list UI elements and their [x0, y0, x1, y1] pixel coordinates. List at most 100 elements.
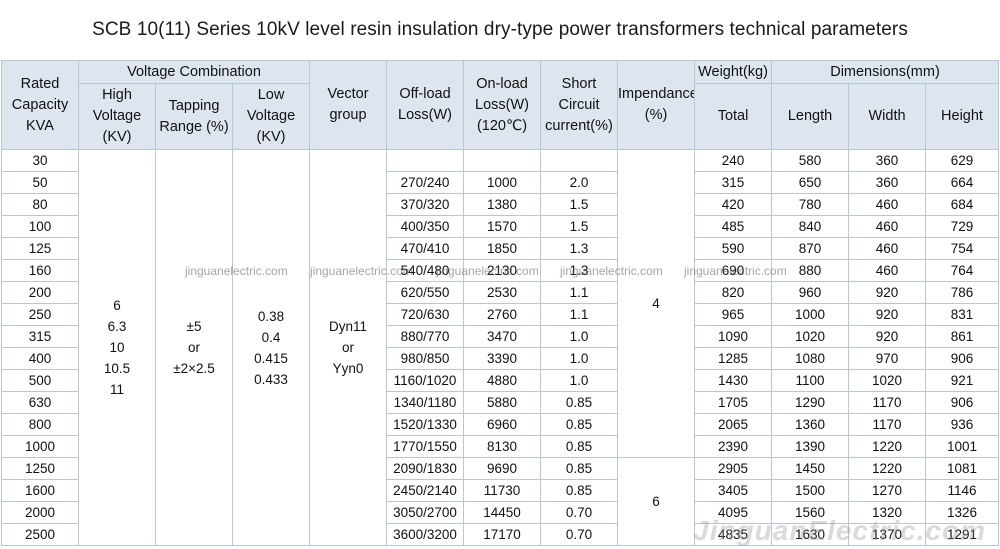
cell-length: 650 [771, 171, 850, 194]
cell-offload-loss [386, 149, 465, 172]
cell-length: 840 [771, 215, 850, 238]
cell-short-circuit: 1.1 [540, 303, 619, 326]
cell-short-circuit [540, 149, 619, 172]
cell-offload-loss: 2090/1830 [386, 457, 465, 480]
cell-high-voltage-line: 6 [113, 298, 121, 313]
cell-width: 970 [848, 347, 927, 370]
cell-length: 780 [771, 193, 850, 216]
cell-kva: 1600 [1, 479, 79, 502]
cell-kva: 50 [1, 171, 79, 194]
header-voltage-combination: Voltage Combination [77, 60, 311, 84]
cell-tapping-range-line: ±2×2.5 [173, 361, 215, 376]
cell-short-circuit: 1.0 [540, 369, 619, 392]
cell-height: 1081 [925, 457, 1000, 480]
cell-height: 684 [925, 193, 1000, 216]
cell-onload-loss [463, 149, 542, 172]
cell-height: 936 [925, 413, 1000, 436]
cell-onload-loss: 1000 [463, 171, 542, 194]
cell-width: 1220 [848, 457, 927, 480]
cell-onload-loss: 2530 [463, 281, 542, 304]
header-weight: Weight(kg) [694, 60, 773, 84]
cell-weight: 315 [694, 171, 773, 194]
cell-onload-loss: 4880 [463, 369, 542, 392]
cell-offload-loss: 270/240 [386, 171, 465, 194]
cell-weight: 240 [694, 149, 773, 172]
cell-offload-loss: 1520/1330 [386, 413, 465, 436]
header-low-voltage: Low Voltage (KV) [231, 83, 311, 150]
cell-length: 1360 [771, 413, 850, 436]
cell-short-circuit: 0.85 [540, 413, 619, 436]
cell-weight: 1705 [694, 391, 773, 414]
cell-length: 580 [771, 149, 850, 172]
cell-weight: 2905 [694, 457, 773, 480]
cell-kva: 2500 [1, 523, 79, 546]
cell-length: 880 [771, 259, 850, 282]
cell-weight: 820 [694, 281, 773, 304]
cell-short-circuit: 1.3 [540, 259, 619, 282]
cell-low-voltage-line: 0.38 [257, 308, 285, 324]
cell-short-circuit: 0.70 [540, 523, 619, 546]
table-body: 30 6 6.3 10 10.5 11 ±5 or ±2×2.5 0.38 0.4 0.415 0.43… [1, 149, 1000, 546]
cell-width: 1020 [848, 369, 927, 392]
cell-short-circuit: 1.0 [540, 347, 619, 370]
cell-length: 1100 [771, 369, 850, 392]
cell-onload-loss: 1850 [463, 237, 542, 260]
cell-onload-loss: 17170 [463, 523, 542, 546]
cell-height: 754 [925, 237, 1000, 260]
header-high-voltage: High Voltage (KV) [78, 83, 156, 150]
cell-width: 1320 [848, 501, 927, 524]
cell-height: 906 [925, 391, 1000, 414]
cell-weight: 2390 [694, 435, 773, 458]
cell-height: 861 [925, 325, 1000, 348]
cell-onload-loss: 14450 [463, 501, 542, 524]
cell-onload-loss: 1570 [463, 215, 542, 238]
cell-weight: 690 [694, 259, 773, 282]
cell-kva: 500 [1, 369, 79, 392]
header-height: Height [925, 83, 1000, 150]
cell-onload-loss: 3470 [463, 325, 542, 348]
header-onload-loss: On-load Loss(W) (120℃) [463, 60, 542, 150]
cell-offload-loss: 720/630 [386, 303, 465, 326]
cell-height: 906 [925, 347, 1000, 370]
cell-high-voltage-line: 6.3 [107, 319, 127, 334]
cell-kva: 1000 [1, 435, 79, 458]
header-dimensions: Dimensions(mm) [771, 60, 1000, 84]
cell-kva: 630 [1, 391, 79, 414]
cell-short-circuit: 2.0 [540, 171, 619, 194]
header-tapping-range: Tapping Range (%) [155, 83, 233, 150]
parameters-table: Rated Capacity KVA Voltage Combination V… [1, 60, 1000, 546]
header-width: Width [848, 83, 927, 150]
cell-width: 460 [848, 237, 927, 260]
cell-short-circuit: 1.5 [540, 193, 619, 216]
cell-kva: 100 [1, 215, 79, 238]
cell-offload-loss: 3050/2700 [386, 501, 465, 524]
cell-offload-loss: 3600/3200 [386, 523, 465, 546]
cell-width: 920 [848, 303, 927, 326]
cell-length: 870 [771, 237, 850, 260]
cell-weight: 1430 [694, 369, 773, 392]
cell-short-circuit: 1.0 [540, 325, 619, 348]
cell-offload-loss: 1160/1020 [386, 369, 465, 392]
cell-vector-group-line: Yyn0 [332, 361, 364, 376]
cell-width: 920 [848, 281, 927, 304]
cell-low-voltage-line: 0.4 [261, 329, 281, 345]
cell-offload-loss: 880/770 [386, 325, 465, 348]
cell-short-circuit: 0.70 [540, 501, 619, 524]
cell-width: 360 [848, 149, 927, 172]
cell-width: 1170 [848, 391, 927, 414]
header-short-circuit: Short Circuit current(%) [540, 60, 619, 150]
cell-low-voltage-line: 0.433 [254, 371, 288, 387]
header-offload-loss: Off-load Loss(W) [386, 60, 465, 150]
cell-kva: 800 [1, 413, 79, 436]
cell-kva: 30 [1, 149, 79, 172]
cell-offload-loss: 540/480 [386, 259, 465, 282]
cell-vector-group-line: or [342, 340, 355, 355]
cell-height: 629 [925, 149, 1000, 172]
cell-height: 786 [925, 281, 1000, 304]
cell-kva: 200 [1, 281, 79, 304]
cell-low-voltage: 0.38 0.4 0.415 0.433 [231, 149, 311, 546]
cell-kva: 2000 [1, 501, 79, 524]
cell-high-voltage: 6 6.3 10 10.5 11 [78, 149, 156, 546]
cell-kva: 315 [1, 325, 79, 348]
cell-high-voltage-line: 10 [109, 340, 125, 355]
